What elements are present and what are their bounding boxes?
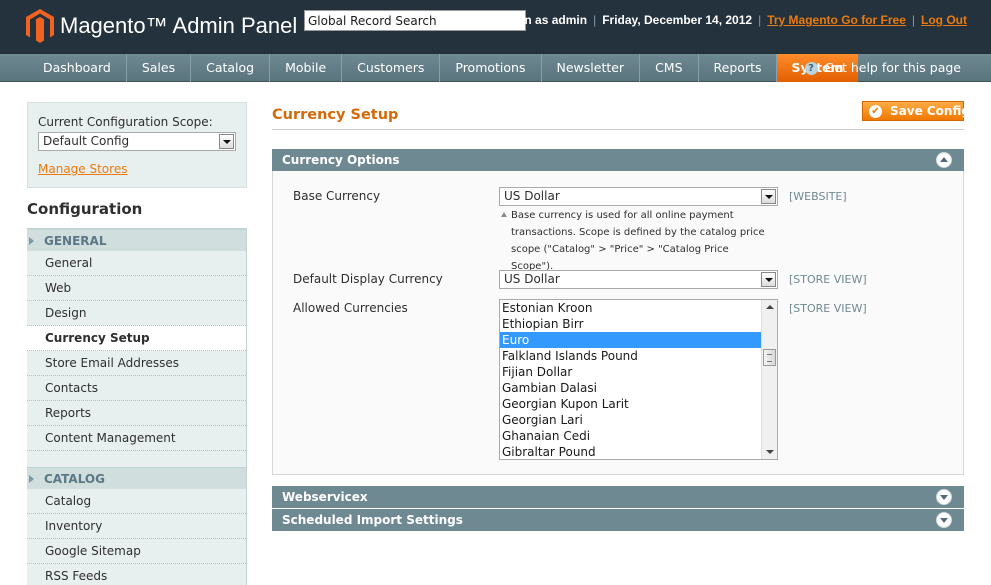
display-currency-value: US Dollar	[504, 272, 560, 286]
chevron-down-icon[interactable]	[761, 272, 776, 287]
note-line: Base currency is used for all online pay…	[511, 210, 734, 221]
question-icon: ?	[804, 61, 818, 75]
display-currency-select[interactable]: US Dollar	[499, 270, 778, 289]
header-bar: Magento™ Admin Panel Logged in as admin|…	[0, 0, 991, 54]
save-config-label: Save Config	[890, 104, 970, 118]
sidebar-item-currency-setup[interactable]: Currency Setup	[27, 326, 246, 351]
currency-option[interactable]: Estonian Kroon	[500, 300, 762, 316]
scroll-thumb[interactable]	[763, 349, 776, 366]
collapse-icon[interactable]	[936, 152, 952, 168]
title-divider	[272, 129, 964, 130]
logged-in-text: Logged in as admin	[474, 13, 588, 27]
currency-option[interactable]: Ghanaian Cedi	[500, 428, 762, 444]
sidebar-item-inventory[interactable]: Inventory	[27, 514, 246, 539]
page-title: Currency Setup	[272, 107, 399, 123]
scope-select-value: Default Config	[43, 134, 130, 148]
sidebar-item-store-email[interactable]: Store Email Addresses	[27, 351, 246, 376]
currency-option[interactable]: Georgian Kupon Larit	[500, 396, 762, 412]
sidebar-item-google-sitemap[interactable]: Google Sitemap	[27, 539, 246, 564]
nav-sales[interactable]: Sales	[127, 54, 192, 82]
nav-promotions[interactable]: Promotions	[440, 54, 542, 82]
sidebar-item-content-management[interactable]: Content Management	[27, 426, 246, 451]
main-nav: Dashboard Sales Catalog Mobile Customers…	[0, 54, 991, 82]
nav-reports[interactable]: Reports	[699, 54, 778, 82]
base-currency-value: US Dollar	[504, 189, 560, 203]
currency-option[interactable]: Georgian Lari	[500, 412, 762, 428]
scope-select[interactable]: Default Config	[38, 132, 236, 151]
allowed-currencies-label: Allowed Currencies	[293, 301, 408, 315]
help-text: Get help for this page	[824, 60, 961, 75]
sidebar-item-design[interactable]: Design	[27, 301, 246, 326]
scroll-down-icon[interactable]	[766, 450, 774, 454]
logout-link[interactable]: Log Out	[921, 13, 967, 27]
nav-newsletter[interactable]: Newsletter	[542, 54, 641, 82]
magento-logo-icon	[26, 9, 54, 43]
currency-option[interactable]: Ethiopian Birr	[500, 316, 762, 332]
expand-icon[interactable]	[936, 489, 952, 505]
config-scope-box: Current Configuration Scope: Default Con…	[27, 102, 247, 188]
currency-option-selected[interactable]: Euro	[500, 332, 762, 348]
save-config-button[interactable]: ✔ Save Config	[862, 101, 970, 121]
currency-option[interactable]: Gibraltar Pound	[500, 444, 762, 459]
scroll-up-icon[interactable]	[766, 305, 774, 309]
section-title: Scheduled Import Settings	[282, 513, 463, 527]
magento-logo[interactable]: Magento™ Admin Panel	[26, 9, 297, 43]
allowed-currencies-scope: [STORE VIEW]	[789, 302, 867, 315]
nav-catalog[interactable]: Catalog	[191, 54, 271, 82]
nav-mobile[interactable]: Mobile	[270, 54, 343, 82]
header-links: Logged in as admin | Friday, December 14, …	[474, 13, 967, 27]
section-title: Webservicex	[282, 490, 368, 504]
sidebar-item-catalog[interactable]: Catalog	[27, 489, 246, 514]
currency-option[interactable]: Falkland Islands Pound	[500, 348, 762, 364]
caret-right-icon	[29, 237, 34, 245]
logo-text: Magento™ Admin Panel	[60, 13, 298, 38]
sidebar-item-rss-feeds[interactable]: RSS Feeds	[27, 564, 246, 585]
sidebar-item-web[interactable]: Web	[27, 276, 246, 301]
sidebar-group-label: CATALOG	[44, 472, 105, 486]
sidebar-item-general[interactable]: General	[27, 251, 246, 276]
sidebar-group-catalog[interactable]: CATALOG	[27, 467, 246, 489]
currency-option[interactable]: Fijian Dollar	[500, 364, 762, 380]
caret-right-icon	[29, 475, 34, 483]
section-scheduled-import-header[interactable]: Scheduled Import Settings	[272, 509, 964, 531]
allowed-currencies-multiselect[interactable]: Estonian Kroon Ethiopian Birr Euro Falkl…	[499, 299, 778, 460]
nav-cms[interactable]: CMS	[640, 54, 699, 82]
base-currency-select[interactable]: US Dollar	[499, 187, 778, 206]
nav-items: Dashboard Sales Catalog Mobile Customers…	[28, 54, 858, 82]
currency-option[interactable]: Gambian Dalasi	[500, 380, 762, 396]
display-currency-label: Default Display Currency	[293, 272, 443, 286]
base-currency-note: Base currency is used for all online pay…	[499, 207, 769, 275]
nav-customers[interactable]: Customers	[342, 54, 441, 82]
configuration-heading: Configuration	[27, 189, 247, 229]
chevron-down-icon[interactable]	[219, 134, 234, 149]
sidebar-group-general[interactable]: GENERAL	[27, 229, 246, 251]
scope-label: Current Configuration Scope:	[38, 115, 213, 129]
section-currency-options-header[interactable]: Currency Options	[272, 149, 964, 171]
help-link[interactable]: ? Get help for this page	[804, 54, 961, 82]
sidebar-item-reports[interactable]: Reports	[27, 401, 246, 426]
multiselect-scrollbar[interactable]	[761, 300, 777, 459]
nav-dashboard[interactable]: Dashboard	[28, 54, 127, 82]
config-sidebar: GENERAL General Web Design Currency Setu…	[27, 229, 247, 585]
display-currency-scope: [STORE VIEW]	[789, 273, 867, 286]
chevron-down-icon[interactable]	[761, 189, 776, 204]
date-text: Friday, December 14, 2012	[602, 13, 753, 27]
try-magento-go-link[interactable]: Try Magento Go for Free	[767, 13, 906, 27]
checkmark-icon: ✔	[869, 105, 882, 118]
expand-icon[interactable]	[936, 512, 952, 528]
note-line: transactions. Scope is defined by the ca…	[511, 227, 765, 238]
sidebar-gap	[27, 451, 246, 467]
manage-stores-link[interactable]: Manage Stores	[38, 162, 127, 176]
sidebar-group-label: GENERAL	[44, 234, 107, 248]
base-currency-label: Base Currency	[293, 189, 381, 203]
base-currency-scope: [WEBSITE]	[789, 190, 847, 203]
note-arrow-icon	[501, 212, 507, 217]
sidebar-item-contacts[interactable]: Contacts	[27, 376, 246, 401]
currency-options-body: Base Currency US Dollar [WEBSITE] Base c…	[272, 171, 964, 475]
section-title: Currency Options	[282, 153, 400, 167]
section-webservicex-header[interactable]: Webservicex	[272, 486, 964, 508]
